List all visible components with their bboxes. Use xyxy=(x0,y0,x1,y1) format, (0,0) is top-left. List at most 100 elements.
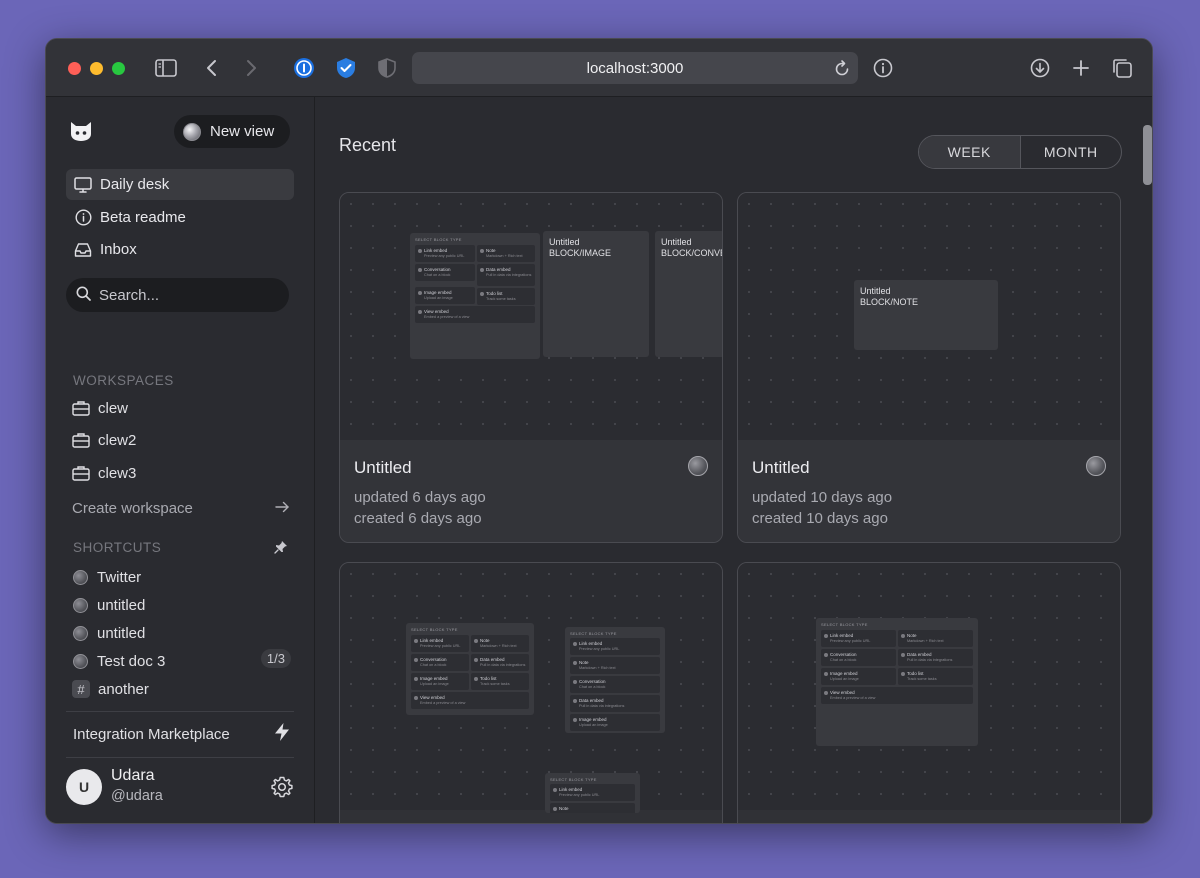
card-title: Untitled xyxy=(752,458,810,477)
card-preview: SELECT BLOCK TYPE Link embed Preview any … xyxy=(340,563,722,813)
orb-icon xyxy=(73,569,88,585)
shortcut-item[interactable]: Test doc 3 1/3 xyxy=(73,648,291,674)
card-preview: Untitled BLOCK/NOTE xyxy=(738,193,1120,440)
main-content: Recent WEEK MONTH SELECT BLOCK TYPE Link… xyxy=(316,97,1152,823)
forward-icon[interactable] xyxy=(239,56,263,80)
reload-icon[interactable] xyxy=(834,59,850,81)
address-bar[interactable]: localhost:3000 xyxy=(412,52,858,84)
shortcut-item[interactable]: untitled xyxy=(73,620,291,646)
select-block-panel: SELECT BLOCK TYPE Link embed Preview any … xyxy=(545,773,640,813)
sidebar: New view Daily desk Beta readme Inbox Se… xyxy=(46,97,315,823)
block-conversation-preview: Untitled BLOCK/CONVE xyxy=(655,231,723,357)
hash-icon: # xyxy=(72,680,90,698)
page-info-icon[interactable] xyxy=(871,56,895,80)
nav-daily-desk[interactable]: Daily desk xyxy=(66,169,294,200)
user-name: Udara xyxy=(111,767,155,784)
new-view-button[interactable]: New view xyxy=(174,115,290,148)
block-title: Untitled xyxy=(860,286,891,296)
shortcut-label: Twitter xyxy=(97,568,142,586)
block-type: BLOCK/IMAGE xyxy=(549,248,612,258)
week-button[interactable]: WEEK xyxy=(919,136,1021,168)
workspace-item[interactable]: clew3 xyxy=(72,459,136,487)
panel-header: SELECT BLOCK TYPE xyxy=(415,237,462,242)
card-updated: updated 10 days ago xyxy=(752,489,893,506)
sidebar-toggle-icon[interactable] xyxy=(154,56,178,80)
block-type: BLOCK/CONVE xyxy=(661,248,723,258)
month-button[interactable]: MONTH xyxy=(1021,136,1122,168)
zoom-window-button[interactable] xyxy=(112,62,125,75)
nav-inbox[interactable]: Inbox xyxy=(66,234,294,265)
workspace-label: clew3 xyxy=(98,464,137,482)
search-input[interactable] xyxy=(99,286,269,304)
workspace-item[interactable]: clew xyxy=(72,394,128,422)
page-title: Recent xyxy=(339,135,397,155)
shield-icon[interactable] xyxy=(375,56,399,80)
recent-card[interactable]: Untitled BLOCK/NOTE Untitled updated 10 … xyxy=(737,192,1121,543)
briefcase-icon xyxy=(72,465,90,481)
close-window-button[interactable] xyxy=(68,62,81,75)
password-manager-icon[interactable] xyxy=(292,56,316,80)
orb-icon xyxy=(73,597,88,613)
search-box[interactable] xyxy=(66,278,289,312)
block-type: BLOCK/NOTE xyxy=(860,297,919,307)
nav-beta-readme[interactable]: Beta readme xyxy=(66,202,294,233)
search-icon xyxy=(76,286,91,305)
card-footer: Untitled updated 10 days ago created 10 … xyxy=(738,440,1120,542)
orb-icon xyxy=(73,653,88,669)
gear-icon[interactable] xyxy=(270,775,294,804)
divider xyxy=(66,757,294,758)
inbox-icon xyxy=(74,241,92,259)
select-block-panel: SELECT BLOCK TYPE Link embed Preview any … xyxy=(406,623,534,715)
workspace-item[interactable]: clew2 xyxy=(72,426,136,454)
arrow-right-icon xyxy=(275,500,290,517)
url-text: localhost:3000 xyxy=(586,59,684,77)
shortcut-label: untitled xyxy=(97,624,146,642)
card-title: Untitled xyxy=(354,458,412,477)
time-range-toggle: WEEK MONTH xyxy=(918,135,1122,169)
browser-window: localhost:3000 New view Daily desk Beta … xyxy=(45,38,1153,824)
integration-marketplace-link[interactable]: Integration Marketplace xyxy=(73,719,291,749)
pin-icon[interactable] xyxy=(274,540,288,559)
orb-icon[interactable] xyxy=(1086,456,1106,476)
block-title: Untitled xyxy=(661,237,692,247)
minimize-window-button[interactable] xyxy=(90,62,103,75)
block-image-preview: Untitled BLOCK/IMAGE xyxy=(543,231,649,357)
workspace-label: clew xyxy=(98,399,129,417)
create-workspace-link[interactable]: Create workspace xyxy=(72,496,290,520)
orb-icon[interactable] xyxy=(688,456,708,476)
user-profile[interactable]: U Udara @udara xyxy=(66,765,294,811)
block-title: Untitled xyxy=(549,237,580,247)
card-footer: Untitled updated 6 days ago created 6 da… xyxy=(340,440,722,542)
user-handle: @udara xyxy=(111,788,163,804)
shortcut-item[interactable]: untitled xyxy=(73,592,291,618)
briefcase-icon xyxy=(72,400,90,416)
shortcut-item[interactable]: # another xyxy=(72,676,291,702)
tab-overview-icon[interactable] xyxy=(1110,56,1134,80)
card-preview: SELECT BLOCK TYPE Link embed Preview any … xyxy=(738,563,1120,810)
new-tab-icon[interactable] xyxy=(1069,56,1093,80)
orb-icon xyxy=(183,122,201,141)
download-icon[interactable] xyxy=(1028,56,1052,80)
card-updated: updated 6 days ago xyxy=(354,489,486,506)
app-logo-icon[interactable] xyxy=(69,120,93,147)
nav-label: Inbox xyxy=(100,241,137,258)
back-icon[interactable] xyxy=(200,56,224,80)
lightning-icon xyxy=(273,722,291,746)
shortcut-item[interactable]: Twitter xyxy=(73,564,291,590)
shortcut-label: Test doc 3 xyxy=(97,652,166,670)
avatar: U xyxy=(66,769,102,805)
card-created: created 10 days ago xyxy=(752,510,888,527)
workspaces-heading: WORKSPACES xyxy=(73,373,174,388)
block-note-preview: Untitled BLOCK/NOTE xyxy=(854,280,998,350)
recent-card[interactable]: SELECT BLOCK TYPE Link embed Preview any … xyxy=(339,192,723,543)
info-icon xyxy=(74,209,92,227)
scrollbar[interactable] xyxy=(1143,125,1152,185)
divider xyxy=(66,711,294,712)
select-block-panel: SELECT BLOCK TYPE Link embed Preview any … xyxy=(565,627,665,733)
recent-card[interactable]: SELECT BLOCK TYPE Link embed Preview any … xyxy=(339,562,723,823)
briefcase-icon xyxy=(72,432,90,448)
monitor-icon xyxy=(74,176,92,194)
shield-check-icon[interactable] xyxy=(334,56,358,80)
nav-label: Beta readme xyxy=(100,209,186,226)
recent-card[interactable]: SELECT BLOCK TYPE Link embed Preview any … xyxy=(737,562,1121,823)
